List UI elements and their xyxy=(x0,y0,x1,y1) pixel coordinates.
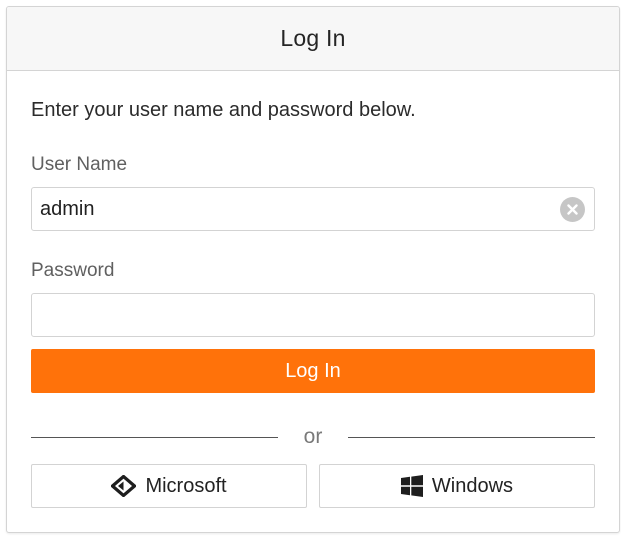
windows-login-label: Windows xyxy=(431,474,514,497)
windows-login-button[interactable]: Windows xyxy=(319,464,595,508)
password-field-wrapper xyxy=(31,293,595,337)
windows-logo-icon xyxy=(400,475,423,497)
microsoft-logo-icon xyxy=(111,475,137,497)
password-input[interactable] xyxy=(32,294,594,336)
microsoft-login-label: Microsoft xyxy=(145,474,227,497)
card-header: Log In xyxy=(7,7,619,71)
login-button[interactable]: Log In xyxy=(31,349,595,393)
intro-text: Enter your user name and password below. xyxy=(31,99,416,121)
clear-icon[interactable] xyxy=(560,197,585,222)
alternative-login-row: Microsoft Windows xyxy=(31,464,595,508)
divider-line-right xyxy=(348,436,595,438)
username-input[interactable] xyxy=(32,188,594,230)
username-field-wrapper xyxy=(31,187,595,231)
microsoft-login-button[interactable]: Microsoft xyxy=(31,464,307,508)
login-form: Enter your user name and password below.… xyxy=(7,98,619,508)
or-divider: or xyxy=(31,424,595,450)
divider-line-left xyxy=(31,436,278,438)
or-label: or xyxy=(303,425,323,448)
password-label: Password xyxy=(31,260,115,281)
page-title: Log In xyxy=(280,25,346,51)
login-card: Log In Enter your user name and password… xyxy=(6,6,620,533)
username-label: User Name xyxy=(31,154,128,175)
